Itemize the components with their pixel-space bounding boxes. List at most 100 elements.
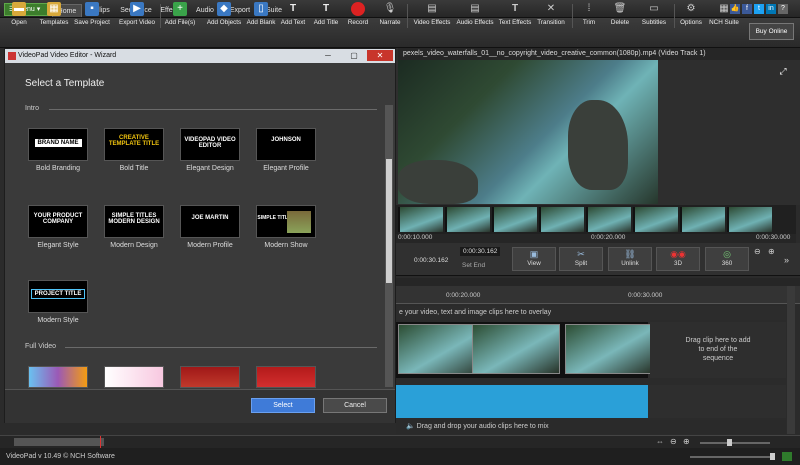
3d-button[interactable]: ◉◉ 3D xyxy=(656,247,700,271)
template-thumb-modern-style[interactable]: PROJECT TITLE xyxy=(28,280,88,313)
speaker-icon: 🔈 xyxy=(406,423,417,430)
rock-shape xyxy=(568,100,628,190)
add-text-button[interactable]: T Add Text xyxy=(279,2,307,29)
drag-add-zone[interactable]: Drag clip here to add to end of the sequ… xyxy=(650,322,786,378)
zoom-slider[interactable] xyxy=(700,442,770,444)
fit-icon[interactable]: ⇔ xyxy=(656,437,664,446)
zoom-in-icon[interactable]: ⊕ xyxy=(768,247,778,257)
green-indicator xyxy=(782,452,792,461)
templates-button[interactable]: ▦ Templates xyxy=(38,2,70,29)
template-thumb-full-video-3[interactable] xyxy=(180,366,240,388)
thumb-text: JOHNSON xyxy=(271,137,301,143)
section-full-video: Full Video xyxy=(25,343,57,350)
nch-suite-button[interactable]: ▦ NCH Suite xyxy=(708,2,740,29)
frame-thumbnail xyxy=(586,207,631,232)
audio-drop-zone[interactable]: 🔈 Drag and drop your audio clips here to… xyxy=(396,420,786,434)
audio-track-empty[interactable] xyxy=(648,385,786,418)
nch-suite-label: NCH Suite xyxy=(709,19,739,26)
add-files-button[interactable]: + Add File(s) xyxy=(164,2,196,29)
add-objects-button[interactable]: ◆ Add Objects xyxy=(205,2,243,29)
template-thumb-elegant-profile[interactable]: JOHNSON xyxy=(256,128,316,161)
template-thumb-full-video-1[interactable] xyxy=(28,366,88,388)
add-blank-button[interactable]: ▯ Add Blank xyxy=(246,2,276,29)
toolbar-divider xyxy=(407,4,408,28)
template-thumb-full-video-2[interactable] xyxy=(104,366,164,388)
template-thumb-elegant-style[interactable]: YOUR PRODUCT COMPANY xyxy=(28,205,88,238)
overlay-track[interactable]: e your video, text and image clips here … xyxy=(396,306,786,320)
export-video-button[interactable]: ▶ Export Video xyxy=(118,2,156,29)
export-icon: ▶ xyxy=(130,2,144,16)
record-button[interactable]: Record xyxy=(345,2,371,29)
audio-track[interactable] xyxy=(396,385,648,418)
buy-online-button[interactable]: Buy Online xyxy=(749,23,794,40)
add-title-label: Add Title xyxy=(313,19,339,26)
help-icon[interactable]: ? xyxy=(778,4,788,14)
template-thumb-modern-design[interactable]: SIMPLE TITLES MODERN DESIGN xyxy=(104,205,164,238)
options-icon: ⚙ xyxy=(686,3,696,14)
linkedin-icon[interactable]: in xyxy=(766,4,776,14)
facebook-icon[interactable]: f xyxy=(742,4,752,14)
toolbar-divider xyxy=(674,4,675,28)
twitter-icon[interactable]: t xyxy=(754,4,764,14)
template-thumb-modern-show[interactable]: SIMPLE TITLES xyxy=(256,205,316,238)
zoom-slider-handle[interactable] xyxy=(727,439,732,446)
status-bar: VideoPad v 10.49 © NCH Software xyxy=(0,448,800,465)
template-thumb-full-video-4[interactable] xyxy=(256,366,316,388)
subtitles-button[interactable]: ▭ Subtitles xyxy=(639,2,669,29)
zoom-out-icon[interactable]: ⊖ xyxy=(754,247,764,257)
save-project-button[interactable]: ▪ Save Project xyxy=(74,2,110,29)
end-time-field[interactable]: 0:00:30.162 xyxy=(460,247,501,256)
set-end-button[interactable]: Set End xyxy=(462,262,485,269)
thumb-text: CREATIVE TEMPLATE TITLE xyxy=(108,135,160,147)
export-video-label: Export Video xyxy=(119,19,155,26)
expand-icon[interactable]: » xyxy=(784,255,794,265)
unlink-button[interactable]: ⛓ Unlink xyxy=(608,247,652,271)
template-thumb-bold-title[interactable]: CREATIVE TEMPLATE TITLE xyxy=(104,128,164,161)
fullscreen-icon[interactable]: ⤢ xyxy=(778,66,788,76)
horizontal-scrollbar[interactable] xyxy=(14,438,104,446)
timeline-bottom-bar: ⇔ ⊖ ⊕ xyxy=(0,435,800,448)
timeline-ruler[interactable]: 0:00:20.000 0:00:30.000 xyxy=(396,286,800,304)
view-button[interactable]: ▣ View xyxy=(512,247,556,271)
template-thumb-modern-profile[interactable]: JOE MARTIN xyxy=(180,205,240,238)
video-clip[interactable] xyxy=(565,324,653,374)
volume-handle[interactable] xyxy=(770,453,775,460)
title-icon: T xyxy=(322,3,330,14)
save-project-label: Save Project xyxy=(74,19,110,26)
drag-add-text: sequence xyxy=(702,355,734,362)
template-thumb-elegant-design[interactable]: VIDEOPAD VIDEO EDITOR xyxy=(180,128,240,161)
dialog-scrollbar-thumb[interactable] xyxy=(386,159,392,283)
view-label: View xyxy=(527,260,541,267)
text-effects-button[interactable]: T Text Effects xyxy=(497,2,533,29)
close-button[interactable]: ✕ xyxy=(367,50,393,61)
split-button[interactable]: ✂ Split xyxy=(559,247,603,271)
video-effects-icon: ▤ xyxy=(427,3,437,14)
360-button[interactable]: ◎ 360 xyxy=(705,247,749,271)
maximize-button[interactable]: ▢ xyxy=(341,50,367,61)
options-button[interactable]: ⚙ Options xyxy=(678,2,704,29)
record-label: Record xyxy=(347,19,369,26)
timeline-header xyxy=(396,278,800,286)
zoom-out-icon[interactable]: ⊖ xyxy=(670,437,677,446)
volume-slider[interactable] xyxy=(690,456,770,458)
video-effects-button[interactable]: ▤ Video Effects xyxy=(412,2,452,29)
audio-effects-button[interactable]: ▤ Audio Effects xyxy=(455,2,495,29)
toolbar-divider xyxy=(572,4,573,28)
open-button[interactable]: ▬ Open xyxy=(6,2,32,29)
delete-button[interactable]: 🗑 Delete xyxy=(608,2,632,29)
video-clip[interactable] xyxy=(472,324,560,374)
cancel-button[interactable]: Cancel xyxy=(323,398,387,413)
video-preview[interactable] xyxy=(398,60,658,204)
add-title-button[interactable]: T Add Title xyxy=(312,2,340,29)
minimize-button[interactable]: ─ xyxy=(315,50,341,61)
microphone-icon: 🎙 xyxy=(383,3,397,14)
trim-button[interactable]: ⁞ Trim xyxy=(577,2,601,29)
zoom-in-icon[interactable]: ⊕ xyxy=(683,437,690,446)
options-label: Options xyxy=(680,19,702,26)
template-thumb-bold-branding[interactable]: BRAND NAME xyxy=(28,128,88,161)
narrate-button[interactable]: 🎙 Narrate xyxy=(377,2,403,29)
transition-button[interactable]: ✕ Transition xyxy=(535,2,567,29)
timeline-scrollbar[interactable] xyxy=(787,286,795,434)
view-icon: ▣ xyxy=(529,249,539,259)
select-button[interactable]: Select xyxy=(251,398,315,413)
